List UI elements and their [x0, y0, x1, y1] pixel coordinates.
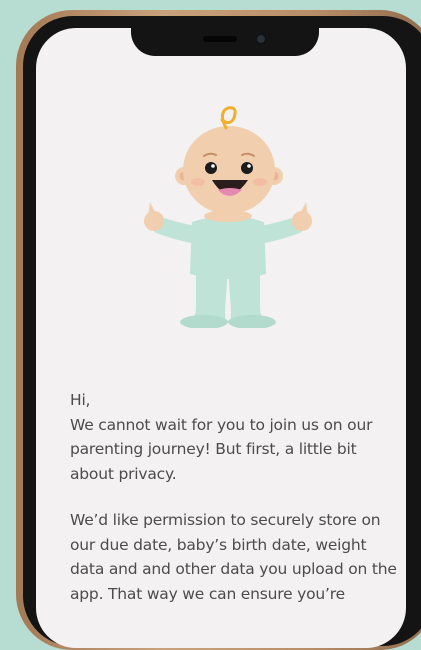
baby-illustration-icon [144, 106, 312, 328]
phone-screen: Hi, We cannot wait for you to join us on… [36, 28, 406, 648]
camera-icon [255, 33, 267, 45]
greeting-text: Hi, [70, 391, 91, 409]
privacy-intro-text: Hi, We cannot wait for you to join us on… [70, 388, 400, 606]
welcome-message: We cannot wait for you to join us on our… [70, 415, 373, 483]
permission-message: We’d like permission to securely store o… [70, 511, 397, 603]
speaker-icon [203, 36, 237, 42]
phone-notch [131, 22, 319, 56]
